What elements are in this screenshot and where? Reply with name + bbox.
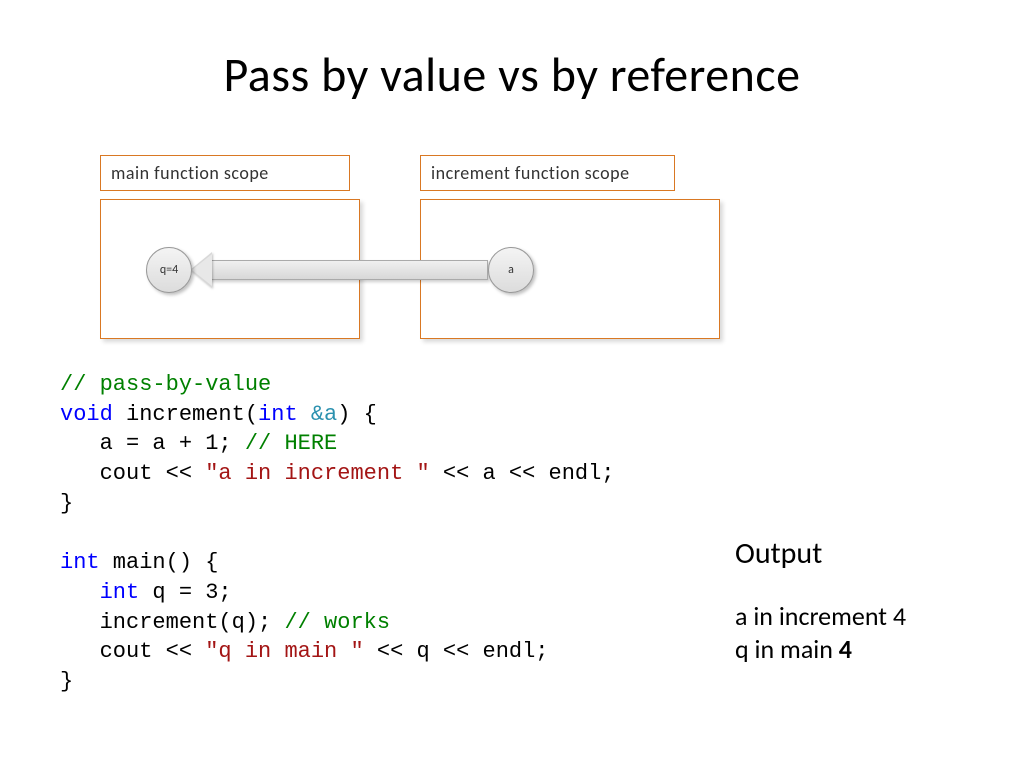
code-text: cout << — [60, 639, 205, 664]
variable-q-circle: q=4 — [146, 247, 192, 293]
code-text: a = a + 1; — [60, 431, 245, 456]
code-text: << a << endl; — [430, 461, 615, 486]
code-text: } — [60, 669, 73, 694]
code-text: ) { — [337, 402, 377, 427]
output-line-1-value: 4 — [893, 600, 906, 632]
variable-a-circle: a — [488, 247, 534, 293]
code-comment: // works — [284, 610, 390, 635]
code-keyword-void: void — [60, 402, 113, 427]
output-line-2-text: q in main — [735, 633, 839, 665]
code-string: "a in increment " — [205, 461, 429, 486]
code-block: // pass-by-value void increment(int &a) … — [60, 370, 615, 697]
reference-arrow-head — [190, 252, 212, 288]
code-keyword-int: int — [100, 580, 140, 605]
reference-arrow-shaft — [206, 260, 488, 280]
code-comment: // pass-by-value — [60, 372, 271, 397]
output-line-1-text: a in increment — [735, 600, 893, 632]
code-text: increment(q); — [60, 610, 284, 635]
increment-scope-label: increment function scope — [420, 155, 675, 191]
output-line-2-value: 4 — [839, 633, 852, 665]
code-text: q = 3; — [139, 580, 231, 605]
scope-diagram: main function scope increment function s… — [100, 155, 740, 350]
output-line-1: a in increment 4 — [735, 600, 906, 633]
code-comment: // HERE — [245, 431, 337, 456]
code-text: main() { — [100, 550, 219, 575]
code-keyword-int: int — [60, 550, 100, 575]
output-block: Output a in increment 4 q in main 4 — [735, 535, 906, 665]
code-keyword-int: int — [258, 402, 298, 427]
output-line-2: q in main 4 — [735, 633, 906, 666]
code-string: "q in main " — [205, 639, 363, 664]
main-scope-label: main function scope — [100, 155, 350, 191]
code-fn-name: increment( — [113, 402, 258, 427]
code-text: } — [60, 491, 73, 516]
output-heading: Output — [735, 535, 906, 572]
code-param: &a — [298, 402, 338, 427]
code-text: cout << — [60, 461, 205, 486]
code-text: << q << endl; — [364, 639, 549, 664]
slide-title: Pass by value vs by reference — [0, 0, 1024, 104]
